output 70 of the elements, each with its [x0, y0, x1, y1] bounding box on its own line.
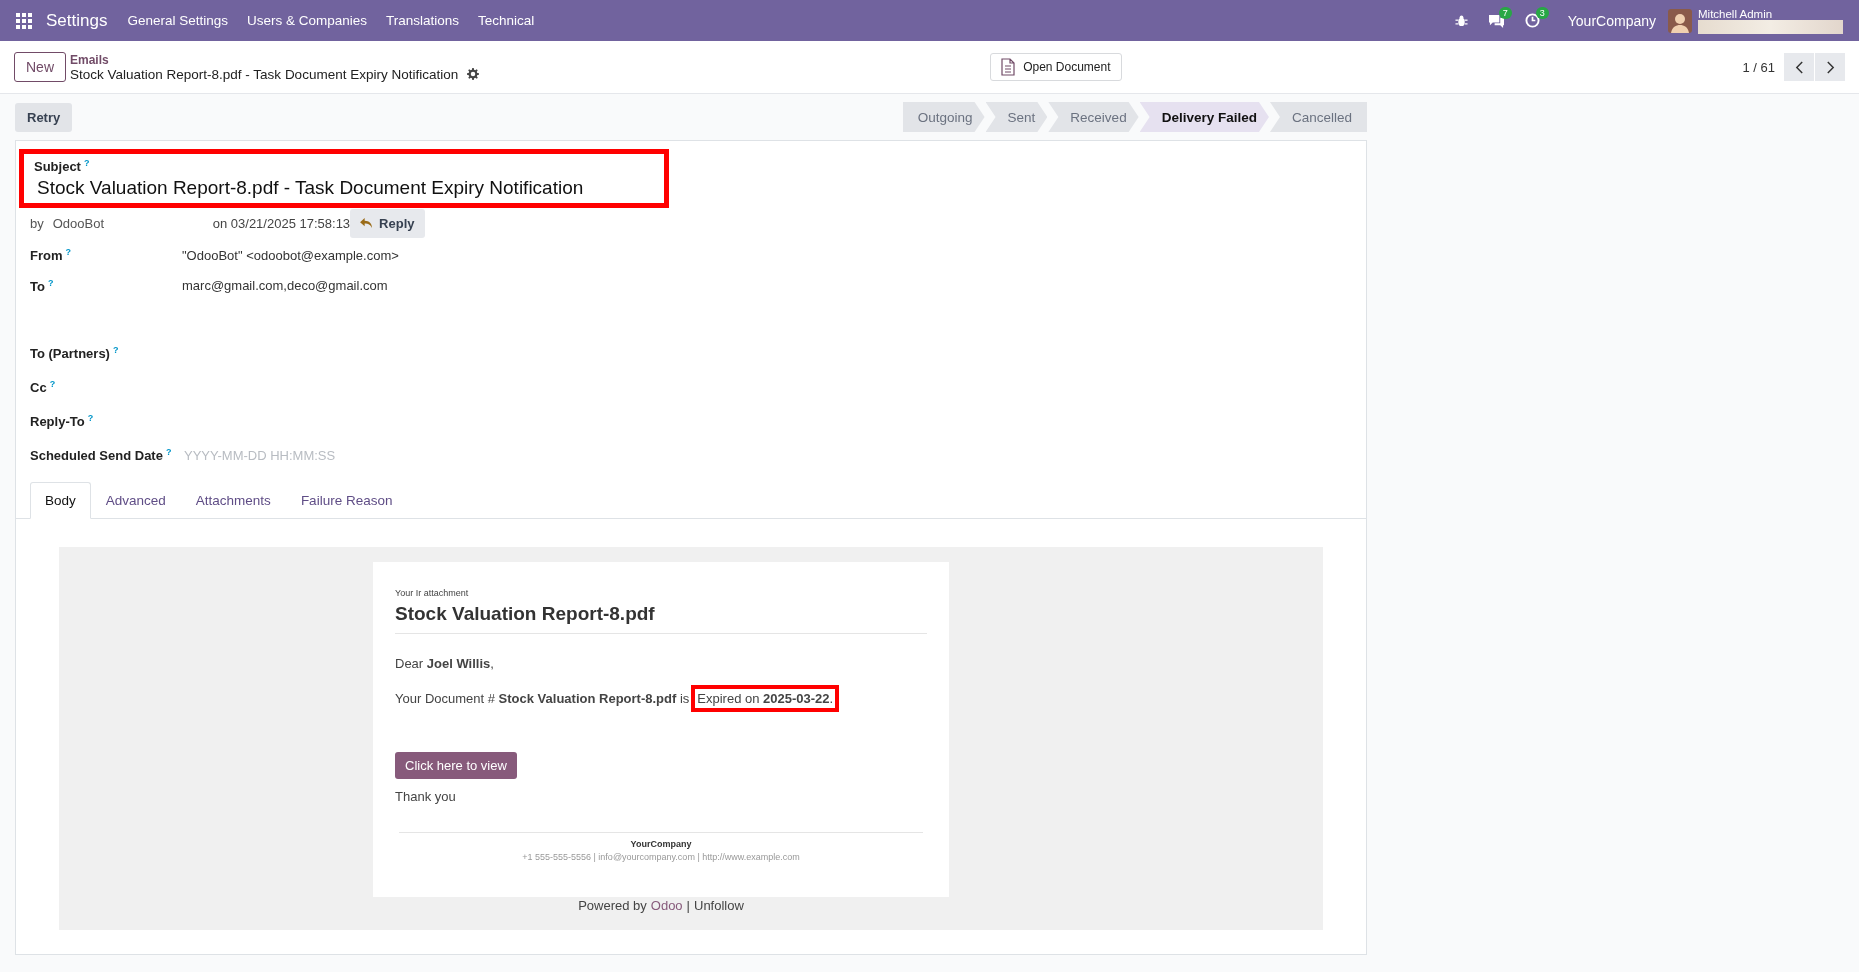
- field-label: Cc: [30, 380, 47, 396]
- field-value: marc@gmail.com,deco@gmail.com: [182, 278, 388, 294]
- field-label: From: [30, 248, 63, 264]
- help-tooltip-mark[interactable]: ?: [83, 158, 90, 168]
- email-heading: Stock Valuation Report-8.pdf: [395, 603, 656, 626]
- notebook-tab[interactable]: Body: [30, 482, 91, 520]
- document-icon: [1001, 58, 1016, 76]
- closing-text: Thank you: [395, 789, 457, 805]
- status-stage[interactable]: Outgoing: [902, 102, 985, 132]
- help-tooltip-mark[interactable]: ?: [165, 447, 172, 458]
- notebook-tab[interactable]: Advanced: [90, 482, 181, 520]
- email-kicker: Your Ir attachment: [395, 588, 470, 599]
- menu-item[interactable]: Users & Companies: [247, 13, 368, 28]
- user-name[interactable]: Mitchell Admin: [1698, 7, 1843, 20]
- field-label: To: [30, 279, 45, 295]
- menu-item[interactable]: General Settings: [127, 13, 228, 28]
- clock-icon[interactable]: [1524, 13, 1540, 28]
- author-name: OdooBot: [52, 215, 106, 231]
- menu-item[interactable]: Translations: [386, 13, 460, 28]
- separator-text: |: [686, 898, 690, 914]
- chat-icon[interactable]: [1487, 13, 1505, 28]
- reply-button[interactable]: Reply: [350, 208, 425, 238]
- bug-icon[interactable]: [1454, 14, 1468, 27]
- reply-arrow-icon: [360, 217, 374, 229]
- open-document-button[interactable]: Open Document: [990, 53, 1122, 81]
- help-tooltip-mark[interactable]: ?: [87, 413, 94, 424]
- unfollow-link[interactable]: Unfollow: [694, 898, 744, 914]
- status-stage[interactable]: Received: [1048, 102, 1139, 132]
- help-tooltip-mark[interactable]: ?: [65, 247, 71, 258]
- powered-by-text: Powered by: [578, 898, 647, 914]
- record-title: Stock Valuation Report-8.pdf - Task Document Expiry Notification: [70, 66, 459, 82]
- status-stage[interactable]: Delivery Failed: [1139, 102, 1269, 132]
- previous-button[interactable]: [1784, 53, 1814, 81]
- field-label: Scheduled Send Date: [30, 448, 163, 464]
- breadcrumb-link[interactable]: Emails: [70, 52, 480, 67]
- odoo-link[interactable]: Odoo: [650, 898, 683, 914]
- message-count-badge: 7: [1498, 7, 1512, 19]
- subject-value: Stock Valuation Report-8.pdf - Task Document Expiry Notification: [36, 177, 585, 200]
- field-label: Reply-To: [30, 414, 85, 430]
- chevron-right-icon: [1825, 60, 1835, 74]
- field-label: Subject: [34, 159, 81, 175]
- help-tooltip-mark[interactable]: ?: [47, 278, 54, 289]
- document-status-text: Your Document # Stock Valuation Report-8.pdf is: [395, 691, 690, 707]
- help-tooltip-mark[interactable]: ?: [112, 345, 119, 356]
- notebook-tab[interactable]: Failure Reason: [285, 482, 408, 520]
- app-name[interactable]: Settings: [46, 10, 108, 31]
- status-stage[interactable]: Sent: [985, 102, 1048, 132]
- author-prefix: by: [30, 215, 44, 231]
- view-document-button[interactable]: Click here to view: [395, 752, 517, 780]
- company-switcher[interactable]: YourCompany: [1567, 12, 1656, 29]
- status-stage[interactable]: Cancelled: [1269, 102, 1367, 132]
- greeting-text: Dear Joel Willis,: [395, 656, 495, 672]
- new-button[interactable]: New: [14, 52, 66, 82]
- sent-date: on 03/21/2025 17:58:13: [212, 215, 351, 231]
- notebook-tab[interactable]: Attachments: [180, 482, 286, 520]
- apps-grid-icon[interactable]: [16, 12, 32, 29]
- menu-item[interactable]: Technical: [478, 13, 535, 28]
- field-label: To (Partners): [30, 346, 110, 362]
- next-button[interactable]: [1815, 53, 1845, 81]
- footer-company-name: YourCompany: [629, 839, 693, 850]
- settings-icon[interactable]: [467, 68, 480, 80]
- footer-contact-text: +1 555-555-5556 | info@yourcompany.com | http://www.example.com: [521, 852, 801, 863]
- expiry-text: Expired on 2025-03-22.: [691, 685, 840, 713]
- pager-value[interactable]: 1 / 61: [1742, 59, 1775, 75]
- retry-button[interactable]: Retry: [15, 102, 73, 132]
- avatar-icon[interactable]: [1668, 8, 1692, 33]
- help-tooltip-mark[interactable]: ?: [49, 379, 56, 390]
- activity-count-badge: 3: [1535, 7, 1549, 19]
- chevron-left-icon: [1794, 60, 1804, 74]
- field-value: "OdooBot" <odoobot@example.com>: [182, 247, 399, 263]
